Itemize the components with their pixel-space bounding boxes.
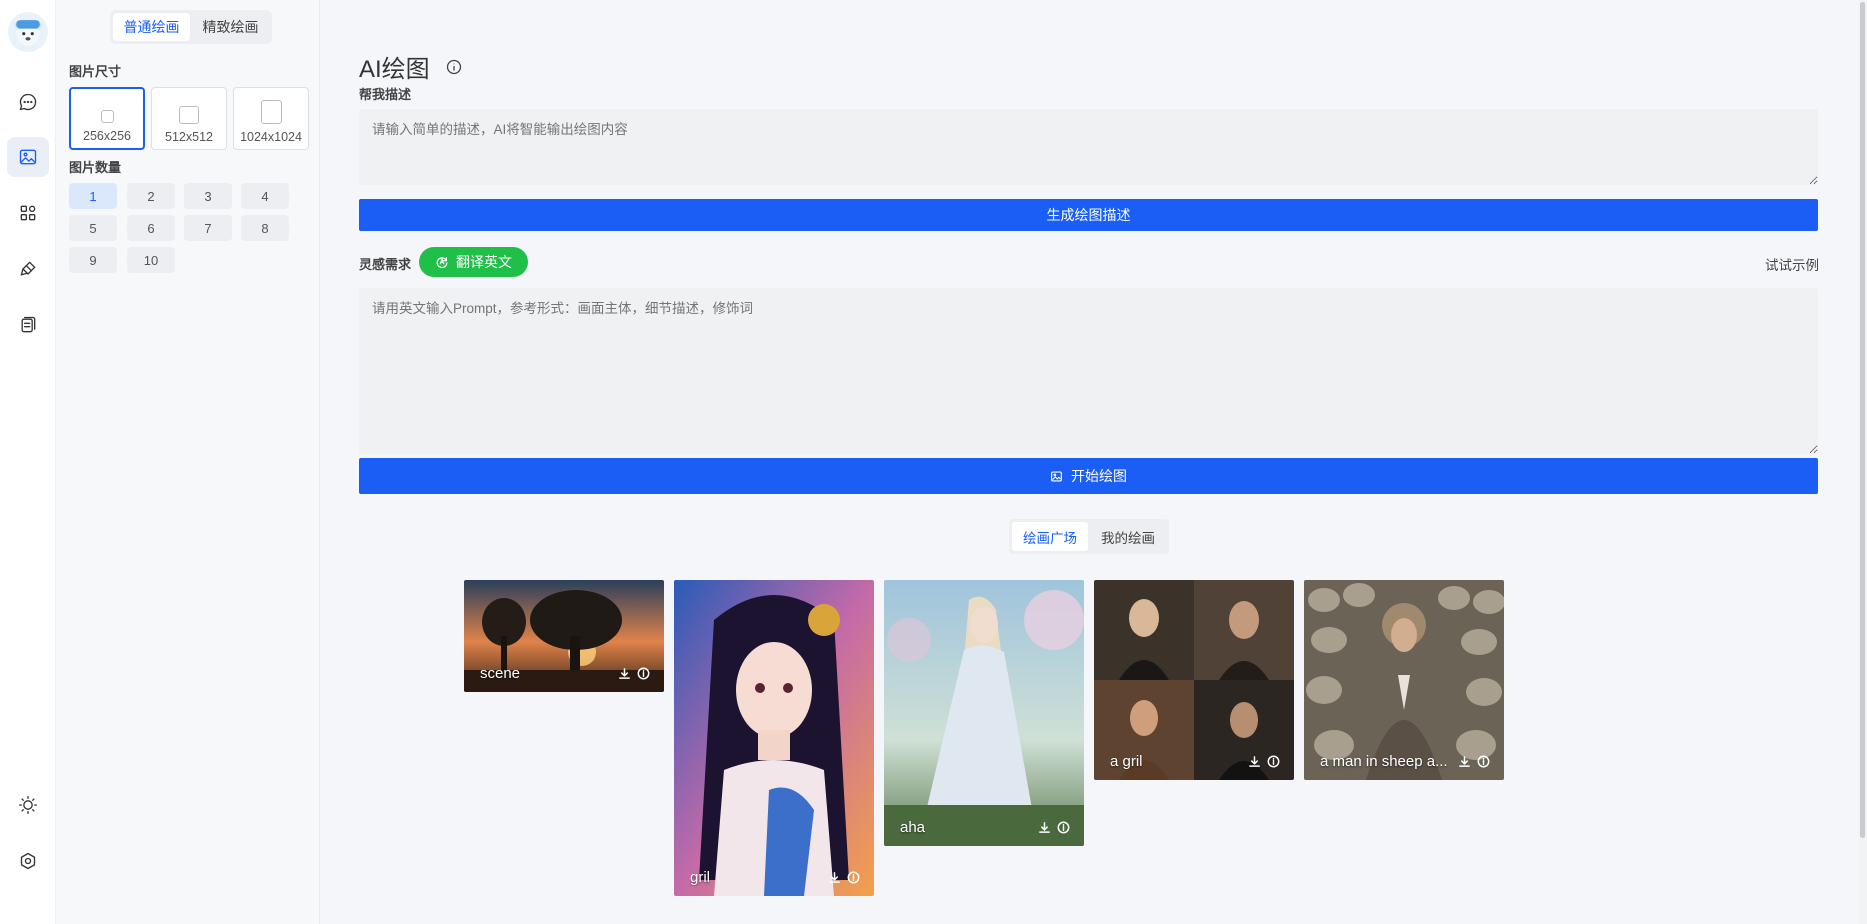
card-actions	[1458, 755, 1490, 768]
count-label: 图片数量	[69, 160, 122, 175]
card-caption: a man in sheep a...	[1320, 753, 1448, 770]
count-option-10[interactable]: 10	[127, 247, 175, 273]
page-title: AI绘图	[359, 49, 462, 84]
page-title-text: AI绘图	[359, 56, 430, 83]
mode-fine-tab[interactable]: 精致绘画	[192, 13, 269, 41]
info-icon[interactable]	[446, 54, 462, 81]
info-icon[interactable]	[847, 871, 860, 884]
gallery-card-gril[interactable]: gril	[674, 580, 874, 896]
download-icon[interactable]	[828, 871, 841, 884]
try-example-link[interactable]: 试试示例	[1765, 254, 1819, 274]
nav-brush-button[interactable]	[7, 249, 49, 289]
download-icon[interactable]	[1248, 755, 1261, 768]
card-actions	[618, 667, 650, 680]
prompt-input[interactable]	[359, 288, 1818, 454]
mode-switch: 普通绘画 精致绘画	[110, 10, 272, 44]
size-option-512[interactable]: 512x512	[151, 87, 227, 150]
info-icon[interactable]	[1057, 821, 1070, 834]
size-option-label: 512x512	[165, 130, 213, 144]
download-icon[interactable]	[1458, 755, 1471, 768]
nav-rail	[0, 0, 56, 924]
card-caption: gril	[690, 869, 711, 886]
nav-document-button[interactable]	[7, 305, 49, 345]
translate-button[interactable]: 翻译英文	[419, 247, 528, 277]
theme-toggle-button[interactable]	[7, 785, 49, 825]
size-option-label: 1024x1024	[240, 130, 302, 144]
help-description-input[interactable]	[359, 109, 1818, 185]
translate-label: 翻译英文	[456, 254, 512, 270]
brush-icon	[20, 261, 36, 276]
tab-my-drawings[interactable]: 我的绘画	[1090, 522, 1166, 551]
settings-panel: 普通绘画 精致绘画 图片尺寸 256x256 512x512 1024x1024…	[56, 0, 320, 924]
square-icon	[260, 100, 282, 124]
gallery-tabs: 绘画广场 我的绘画	[1009, 519, 1169, 554]
man-among-sheep-image	[1304, 580, 1504, 780]
generate-description-label: 生成绘图描述	[1046, 207, 1131, 223]
download-icon[interactable]	[1038, 821, 1051, 834]
apps-icon	[20, 205, 36, 221]
document-icon	[21, 316, 36, 333]
translate-icon	[436, 257, 448, 269]
gallery-card-aha[interactable]: aha	[884, 580, 1084, 846]
gallery-card-man-in-sheep[interactable]: a man in sheep a...	[1304, 580, 1504, 780]
card-actions	[1038, 821, 1070, 834]
main-content: AI绘图 帮我描述 生成绘图描述 灵感需求 翻译英文 试试示例 开始绘图 绘画广…	[320, 0, 1867, 924]
card-actions	[828, 871, 860, 884]
image-icon	[1051, 470, 1062, 482]
count-option-1[interactable]: 1	[69, 183, 117, 209]
nav-chat-button[interactable]	[7, 82, 49, 122]
info-icon[interactable]	[1477, 755, 1490, 768]
nav-apps-button[interactable]	[7, 193, 49, 233]
tab-gallery-square[interactable]: 绘画广场	[1012, 522, 1088, 551]
size-option-label: 256x256	[83, 129, 131, 143]
generate-description-button[interactable]: 生成绘图描述	[359, 199, 1818, 231]
app-logo[interactable]	[8, 12, 48, 52]
count-option-3[interactable]: 3	[184, 183, 232, 209]
start-drawing-label: 开始绘图	[1071, 468, 1127, 484]
size-option-256[interactable]: 256x256	[69, 87, 145, 150]
page-scrollbar[interactable]	[1858, 0, 1867, 924]
image-icon	[19, 149, 37, 165]
settings-icon	[20, 852, 36, 870]
girl-portrait-image	[674, 580, 874, 896]
count-option-7[interactable]: 7	[184, 215, 232, 241]
girl-in-meadow-image	[884, 580, 1084, 846]
card-actions	[1248, 755, 1280, 768]
card-caption: scene	[480, 665, 521, 682]
count-option-9[interactable]: 9	[69, 247, 117, 273]
settings-button[interactable]	[7, 841, 49, 881]
card-caption: a gril	[1110, 753, 1143, 770]
count-option-6[interactable]: 6	[127, 215, 175, 241]
card-caption: aha	[900, 819, 926, 836]
chat-icon	[19, 93, 37, 111]
size-option-1024[interactable]: 1024x1024	[233, 87, 309, 150]
portrait-grid-image	[1094, 580, 1294, 780]
square-icon	[179, 106, 199, 124]
info-icon[interactable]	[1267, 755, 1280, 768]
sun-icon	[19, 796, 37, 814]
inspiration-label: 灵感需求	[359, 257, 412, 272]
mode-normal-tab[interactable]: 普通绘画	[113, 13, 190, 41]
gallery-card-scene[interactable]: scene	[464, 580, 664, 692]
start-drawing-button[interactable]: 开始绘图	[359, 458, 1818, 494]
count-option-4[interactable]: 4	[241, 183, 289, 209]
gallery-card-a-gril[interactable]: a gril	[1094, 580, 1294, 780]
help-label: 帮我描述	[359, 87, 412, 102]
count-option-8[interactable]: 8	[241, 215, 289, 241]
scrollbar-thumb[interactable]	[1860, 2, 1865, 838]
info-icon[interactable]	[637, 667, 650, 680]
square-icon	[100, 110, 114, 123]
size-label: 图片尺寸	[69, 64, 122, 79]
count-option-2[interactable]: 2	[127, 183, 175, 209]
count-option-5[interactable]: 5	[69, 215, 117, 241]
download-icon[interactable]	[618, 667, 631, 680]
nav-image-button[interactable]	[7, 137, 49, 177]
